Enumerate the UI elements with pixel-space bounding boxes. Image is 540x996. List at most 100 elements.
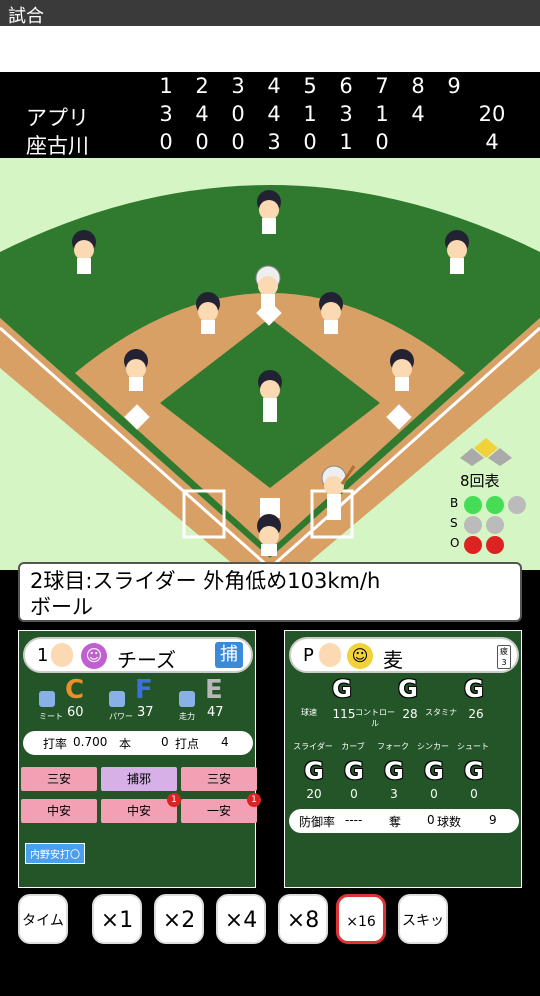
- pitcher-stat-grade: G: [332, 675, 352, 703]
- avg-value: 0.700: [73, 735, 108, 749]
- batter-avatar: [51, 643, 73, 667]
- pitch-type-label: フォーク: [377, 742, 409, 751]
- inning-header: 9: [447, 74, 461, 98]
- pitcher-panel: P ☺ 麦 疲3 球速 G 115 コントロール G 28 スタミナ G 26 スライダー G 20…: [284, 630, 522, 888]
- batting-order: 1: [37, 645, 49, 666]
- inning-score: 3: [159, 102, 173, 126]
- inning-header: 3: [231, 74, 245, 98]
- pitch-type-value: 3: [390, 787, 398, 801]
- pitch-type-grade: G: [424, 757, 444, 785]
- speed-button-5[interactable]: ×16: [336, 894, 386, 944]
- top-spacer: [0, 26, 540, 72]
- speed-button-0[interactable]: タイム: [18, 894, 68, 944]
- stat-icon: [109, 691, 125, 707]
- speed-button-4[interactable]: ×8: [278, 894, 328, 944]
- pitcher-stat-label: コントロール: [355, 708, 395, 728]
- base-indicator: [460, 438, 512, 466]
- stat-grade: F: [135, 675, 153, 705]
- inning-score: 0: [195, 130, 209, 154]
- inning-score: 0: [159, 130, 173, 154]
- avg-label: 打率: [43, 737, 68, 751]
- speed-button-6[interactable]: スキップ: [398, 894, 448, 979]
- inning-header: 2: [195, 74, 209, 98]
- count-panel: 8回表 B S O: [450, 436, 540, 566]
- at-bat-result: 一安: [181, 799, 257, 823]
- batter-infobar: 打率 0.700 本 0 打点 4: [23, 731, 253, 755]
- inning-header: 8: [411, 74, 425, 98]
- pitch-type-label: シュート: [457, 742, 489, 751]
- pitch-type-value: 0: [430, 787, 438, 801]
- strike-label: S: [450, 516, 458, 530]
- rbi-badge: 1: [247, 793, 261, 807]
- window-title: 試合: [0, 0, 540, 27]
- fatigue-tag: 疲3: [497, 645, 511, 669]
- batter-name: チーズ: [117, 648, 176, 672]
- speed-button-1[interactable]: ×1: [92, 894, 142, 944]
- inning-score: 1: [375, 102, 389, 126]
- rbi-value: 4: [221, 735, 229, 749]
- inning-score: 3: [339, 102, 353, 126]
- outs-dot: [486, 536, 504, 554]
- pitcher-name: 麦: [383, 648, 403, 672]
- rbi-badge: 1: [167, 793, 181, 807]
- pitcher-namebar: P ☺ 麦 疲3: [289, 637, 519, 673]
- inning-header: 5: [303, 74, 317, 98]
- k-value: 0: [427, 813, 435, 827]
- stat-value: 60: [67, 705, 84, 720]
- hr-value: 0: [161, 735, 169, 749]
- pitch-count-label: 球数: [437, 815, 462, 829]
- inning-score: 0: [303, 130, 317, 154]
- team-home-total: 4: [485, 130, 499, 154]
- stat-grade: C: [65, 675, 85, 705]
- team-away-name: アプリ: [26, 106, 89, 130]
- hr-label: 本: [119, 737, 132, 751]
- pitch-type-grade: G: [384, 757, 404, 785]
- pitcher-stat-label: 球速: [301, 708, 317, 717]
- balls-dot: [508, 496, 526, 514]
- inning-score: 0: [375, 130, 389, 154]
- era-value: ----: [345, 813, 363, 827]
- inning-score: 1: [339, 130, 353, 154]
- inning-score: 4: [195, 102, 209, 126]
- position-badge: 捕: [215, 642, 243, 668]
- stat-value: 37: [137, 705, 154, 720]
- batter-panel: 1 ☺ チーズ 捕 C 60 ミート F 37 パワー E 47 走力 打率 0.700 本 0…: [18, 630, 261, 888]
- pitcher-stat-grade: G: [464, 675, 484, 703]
- pitch-count-value: 9: [489, 813, 497, 827]
- team-away-total: 20: [478, 102, 506, 126]
- pitcher-stat-grade: G: [398, 675, 418, 703]
- inning-label: 8回表: [460, 472, 500, 490]
- pitch-type-label: カーブ: [341, 742, 365, 751]
- inning-header: 6: [339, 74, 353, 98]
- speed-button-3[interactable]: ×4: [216, 894, 266, 944]
- stat-label: 走力: [179, 712, 195, 721]
- skill-badge: 内野安打〇: [25, 843, 85, 864]
- rbi-label: 打点: [175, 737, 200, 751]
- inning-score: 1: [303, 102, 317, 126]
- inning-score: 3: [267, 130, 281, 154]
- pitcher-infobar: 防御率 ---- 奪 0 球数 9: [289, 809, 519, 833]
- stat-label: パワー: [109, 712, 133, 721]
- pitch-type-label: スライダー: [293, 742, 333, 751]
- balls-dot: [464, 496, 482, 514]
- inning-header: 7: [375, 74, 389, 98]
- pitcher-avatar: [319, 643, 341, 667]
- pitch-type-value: 0: [350, 787, 358, 801]
- outs-dot: [464, 536, 482, 554]
- pitcher-position: P: [303, 645, 314, 666]
- at-bat-result: 三安: [21, 767, 97, 791]
- ball-label: B: [450, 496, 459, 510]
- play-text-box: 2球目:スライダー 外角低め103km/h ボール: [18, 562, 522, 622]
- stat-label: ミート: [39, 712, 63, 721]
- play-line-1: 2球目:スライダー 外角低め103km/h: [30, 569, 381, 593]
- out-label: O: [450, 536, 460, 550]
- play-line-2: ボール: [30, 595, 93, 619]
- inning-header: 1: [159, 74, 173, 98]
- k-label: 奪: [389, 815, 402, 829]
- speed-button-2[interactable]: ×2: [154, 894, 204, 944]
- pitch-type-grade: G: [344, 757, 364, 785]
- happy-face-icon: ☺: [81, 643, 107, 669]
- stat-icon: [179, 691, 195, 707]
- strikes-dot: [464, 516, 482, 534]
- pitcher-stat-value: 26: [468, 707, 484, 721]
